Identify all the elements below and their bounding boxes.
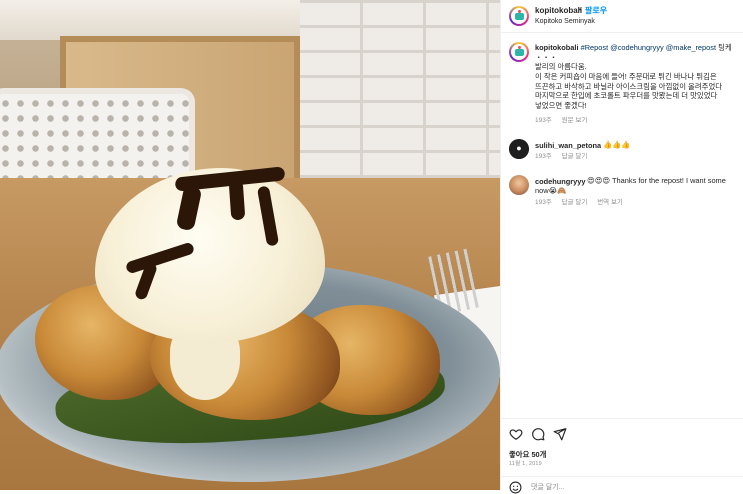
add-comment-bar: 댓글 달기... — [501, 476, 743, 494]
post-caption: kopitokobali #Repost @codehungryyy @make… — [535, 43, 741, 110]
user-silhouette-icon: ● — [516, 143, 522, 154]
caption-username[interactable]: kopitokobali — [535, 43, 579, 52]
avatar[interactable]: ● — [509, 139, 529, 159]
background-chair — [0, 88, 195, 188]
mention-link[interactable]: @make_repost — [666, 43, 716, 52]
background-shelf — [0, 0, 320, 40]
comment-meta: 193주 답글 달기 번역 보기 — [535, 199, 631, 207]
separator-dot: • — [579, 5, 582, 14]
comment-text: 👍👍👍 — [603, 140, 631, 149]
translate-button[interactable]: 번역 보기 — [597, 199, 623, 206]
comment-time[interactable]: 193주 — [535, 199, 552, 206]
post-date: 11월 1, 2019 — [509, 461, 542, 467]
chocolate-drizzle — [228, 179, 246, 221]
post-author-username[interactable]: kopitokobali — [535, 6, 582, 16]
caption-text: 발리의 아름다움. — [535, 62, 587, 72]
comment-text: now😭🙈 — [535, 186, 567, 195]
mention-link[interactable]: @codehungryyy — [610, 43, 664, 52]
comment-icon[interactable] — [531, 427, 545, 441]
comment-time[interactable]: 193주 — [535, 153, 552, 160]
reply-button[interactable]: 답글 달기 — [562, 199, 588, 206]
caption-text: 팅케 — [718, 43, 732, 52]
kopitoko-logo-icon — [514, 45, 524, 56]
caption-text: 넣었으면 좋겠다! — [535, 100, 587, 110]
comment-meta: 193주 답글 달기 — [535, 153, 595, 161]
caption-text: 마지막으로 한입에 초코롤트 파우더를 맛봤는데 더 맛있었다 — [535, 91, 718, 101]
caption-text: 뜨끈하고 바삭하고 바닐라 아이스크림을 아낌없이 올려주었다 — [535, 81, 723, 91]
heart-icon[interactable] — [509, 427, 523, 441]
reply-button[interactable]: 답글 달기 — [562, 153, 588, 160]
see-original-button[interactable]: 원문 보기 — [562, 117, 588, 124]
post-photo[interactable] — [0, 0, 500, 490]
caption-text: ・・・ — [535, 52, 558, 62]
caption-meta: 193주 원문 보기 — [535, 117, 595, 125]
kopitoko-logo-icon — [514, 9, 524, 20]
comment-text: 😍😍😍 Thanks for the repost! I want some — [587, 176, 726, 185]
comment-input[interactable]: 댓글 달기... — [531, 483, 565, 492]
hashtag-link[interactable]: #Repost — [581, 43, 609, 52]
post-header: kopitokobali • 팔로우 Kopitoko Seminyak — [501, 0, 743, 33]
smile-icon[interactable] — [509, 481, 522, 494]
follow-button[interactable]: 팔로우 — [585, 6, 607, 16]
comment-username[interactable]: sulihi_wan_petona — [535, 141, 601, 151]
caption-text: 이 작은 커피숍이 마음에 들어! 주문대로 튀긴 바나나 튀김은 — [535, 71, 717, 81]
post-side-panel: kopitokobali • 팔로우 Kopitoko Seminyak kop… — [500, 0, 743, 494]
avatar[interactable] — [509, 42, 529, 62]
share-icon[interactable] — [553, 427, 567, 441]
like-count[interactable]: 좋아요 50개 — [509, 450, 546, 460]
avatar[interactable] — [509, 6, 529, 26]
post-location[interactable]: Kopitoko Seminyak — [535, 17, 595, 26]
avatar[interactable] — [509, 175, 529, 195]
caption-time[interactable]: 193주 — [535, 117, 552, 124]
